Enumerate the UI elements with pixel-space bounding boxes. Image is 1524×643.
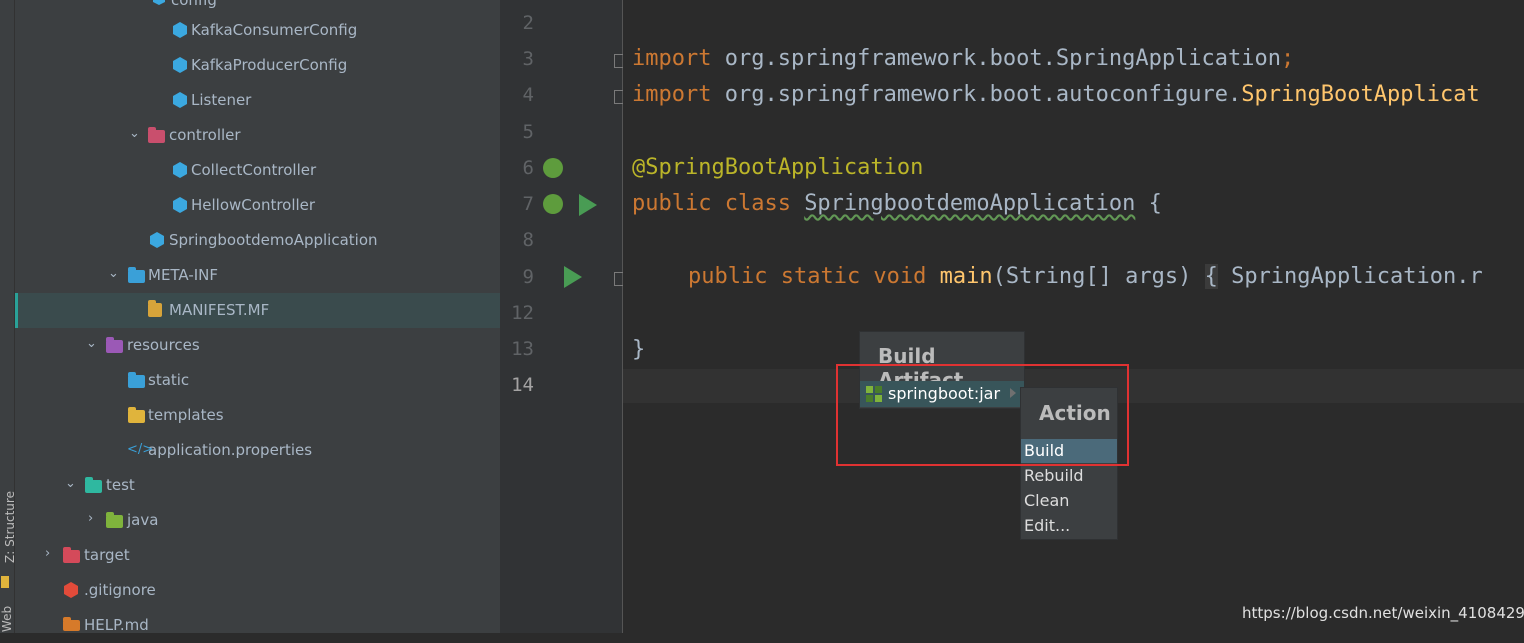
build-artifact-popup: Build Artifact springboot:jar [859,331,1025,409]
chevron-down-icon[interactable]: ⌄ [65,476,76,491]
watermark: https://blog.csdn.net/weixin_41084290 [1242,604,1524,622]
tree-item-listener[interactable]: Listener [15,83,500,118]
code-line-3: import org.springframework.boot.SpringAp… [632,46,1295,71]
tree-item-test[interactable]: ⌄ test [15,468,500,503]
tree-item-help-md[interactable]: HELP.md [15,608,500,643]
action-popup: Action Build Rebuild Clean Edit... [1020,387,1118,540]
class-icon [173,22,187,38]
line-number: 6 [522,157,534,179]
run-icon[interactable] [564,266,582,288]
manifest-file-icon [148,300,162,317]
test-folder-icon [85,477,102,493]
line-number: 3 [522,48,534,70]
artifact-item-springboot-jar[interactable]: springboot:jar [860,381,1024,407]
git-file-icon [64,582,78,598]
project-tree: config KafkaConsumerConfig KafkaProducer… [15,0,512,634]
tree-item-hellowcontroller[interactable]: HellowController [15,188,500,223]
action-edit[interactable]: Edit... [1021,514,1117,538]
line-number: 8 [522,229,534,251]
tree-item-resources[interactable]: ⌄ resources [15,328,500,363]
tree-item-target[interactable]: › target [15,538,500,573]
spring-bean-search-icon[interactable] [543,158,563,178]
action-rebuild[interactable]: Rebuild [1021,464,1117,488]
chevron-down-icon[interactable]: ⌄ [129,126,140,141]
chevron-down-icon[interactable]: ⌄ [86,336,97,351]
folder-icon [128,267,145,283]
web-folder-icon [128,372,145,388]
code-line-4: import org.springframework.boot.autoconf… [632,82,1480,107]
chevron-right-icon[interactable]: › [88,511,93,526]
run-icon[interactable] [579,194,597,216]
tool-window-strip: Z: Structure Web [0,0,17,633]
tree-item-meta-inf[interactable]: ⌄ META-INF [15,258,500,293]
line-number: 9 [522,266,534,288]
line-number: 2 [522,12,534,34]
line-number: 7 [522,193,534,215]
code-line-13: } [632,337,646,362]
markdown-file-icon [63,617,80,631]
line-number: 5 [522,121,534,143]
chevron-right-icon[interactable]: › [45,546,50,561]
tree-item-controller[interactable]: ⌄ controller [15,118,500,153]
favorites-icon[interactable] [1,576,9,588]
action-build[interactable]: Build [1021,439,1117,463]
tree-item-manifest[interactable]: MANIFEST.MF [15,293,500,328]
spring-bean-icon[interactable] [543,194,563,214]
code-line-7: public class SpringbootdemoApplication { [632,191,1162,216]
line-number: 12 [511,302,534,324]
action-clean[interactable]: Clean [1021,489,1117,513]
artifact-icon [866,386,882,402]
chevron-down-icon[interactable]: ⌄ [108,266,119,281]
tree-item-templates[interactable]: templates [15,398,500,433]
code-line-6: @SpringBootApplication [632,155,924,180]
tree-item-java[interactable]: › java [15,503,500,538]
code-line-9: public static void main(String[] args) {… [688,264,1483,289]
class-icon [173,92,187,108]
folder-icon [128,407,145,423]
folder-icon [106,512,123,528]
tree-item-springbootdemoapplication[interactable]: SpringbootdemoApplication [15,223,500,258]
resources-folder-icon [106,337,123,353]
tree-item-collectcontroller[interactable]: CollectController [15,153,500,188]
line-number: 13 [511,338,534,360]
excluded-folder-icon [63,547,80,563]
tree-item-kafkaconsumerconfig[interactable]: KafkaConsumerConfig [15,13,500,48]
tree-item-gitignore[interactable]: .gitignore [15,573,500,608]
package-icon [153,0,165,5]
class-icon [173,162,187,178]
line-number: 4 [522,84,534,106]
popup-title: Action [1039,401,1111,425]
tree-item-kafkaproducerconfig[interactable]: KafkaProducerConfig [15,48,500,83]
tree-item-application-properties[interactable]: </> application.properties [15,433,500,468]
chevron-right-icon [1010,388,1016,398]
package-icon [148,127,165,143]
spring-class-icon [150,232,164,248]
line-number: 14 [511,374,534,396]
tree-item-static[interactable]: static [15,363,500,398]
class-icon [173,197,187,213]
web-tool-tab[interactable]: Web [0,606,14,632]
class-icon [173,57,187,73]
